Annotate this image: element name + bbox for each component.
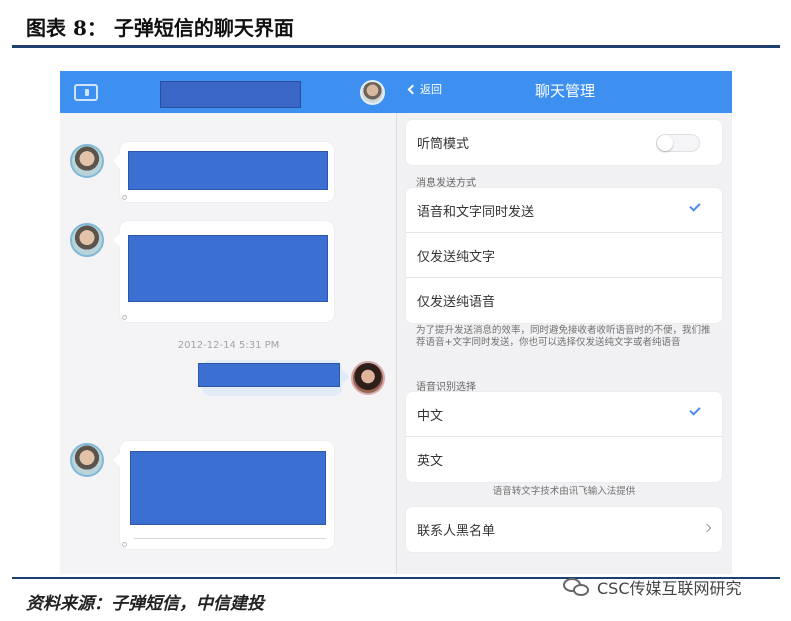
bubble-tail — [342, 370, 349, 384]
send-method-note: 为了提升发送消息的效率，同时避免接收者收听语音时的不便，我们推荐语音+文字同时发… — [416, 325, 711, 348]
send-option-row[interactable]: 仅发送纯语音 — [406, 278, 722, 323]
title-rule — [12, 45, 780, 48]
chat-settings-pane: 返回 聊天管理 听筒模式 消息发送方式 语音和文字同时发送 仅发送纯文字 仅发送… — [398, 71, 732, 574]
toggle-knob — [657, 135, 673, 151]
contact-avatar[interactable] — [70, 443, 104, 477]
send-method-card: 语音和文字同时发送 仅发送纯文字 仅发送纯语音 — [406, 188, 722, 323]
message-timestamp: 2012-12-14 5:31 PM — [177, 340, 280, 351]
voice-message-bubble[interactable] — [113, 441, 334, 549]
send-option-label: 语音和文字同时发送 — [417, 204, 535, 220]
voice-indicator-icon — [122, 315, 127, 320]
contact-avatar[interactable] — [70, 144, 104, 178]
source-note: 资料来源：子弹短信，中信建投 — [26, 594, 264, 614]
listen-mode-card: 听筒模式 — [406, 120, 722, 165]
recognition-note: 语音转文字技术由讯飞输入法提供 — [492, 486, 636, 497]
settings-title: 聊天管理 — [534, 82, 595, 100]
blacklist-card: 联系人黑名单 — [406, 507, 722, 552]
language-label: 中文 — [417, 408, 444, 424]
language-option-row[interactable]: 中文 — [406, 392, 722, 437]
checkmark-icon — [689, 200, 701, 212]
watermark-text: CSC传媒互联网研究 — [597, 579, 742, 598]
send-method-header: 消息发送方式 — [416, 178, 476, 189]
blacklist-row[interactable]: 联系人黑名单 — [406, 507, 722, 552]
redacted-chat-title — [160, 81, 301, 108]
redacted-message — [198, 363, 340, 387]
watermark: CSC传媒互联网研究 — [563, 575, 742, 599]
voice-message-bubble[interactable] — [113, 142, 334, 202]
send-option-label: 仅发送纯文字 — [417, 249, 496, 265]
voice-waveform — [134, 538, 326, 539]
language-card: 中文 英文 — [406, 392, 722, 482]
send-option-label: 仅发送纯语音 — [417, 295, 496, 310]
send-option-row[interactable]: 仅发送纯文字 — [406, 233, 722, 278]
recognition-header: 语音识别选择 — [416, 382, 476, 393]
voice-indicator-icon — [122, 542, 127, 547]
send-option-row[interactable]: 语音和文字同时发送 — [406, 188, 722, 233]
listen-mode-row[interactable]: 听筒模式 — [406, 120, 722, 165]
keyboard-toggle-icon[interactable] — [74, 84, 98, 101]
language-label: 英文 — [417, 454, 444, 469]
blacklist-label: 联系人黑名单 — [417, 524, 496, 539]
sent-message-bubble[interactable] — [198, 360, 349, 396]
listen-mode-label: 听筒模式 — [417, 137, 470, 152]
chat-pane: 2012-12-14 5:31 PM — [60, 71, 397, 574]
voice-message-bubble[interactable] — [113, 221, 334, 322]
bubble-tail — [113, 233, 120, 247]
my-avatar[interactable] — [351, 361, 385, 395]
redacted-message — [128, 151, 328, 190]
wechat-icon — [563, 576, 591, 598]
listen-mode-toggle[interactable] — [656, 134, 700, 152]
bubble-tail — [113, 453, 120, 467]
voice-indicator-icon — [122, 195, 127, 200]
bubble-tail — [113, 154, 120, 168]
contact-avatar[interactable] — [70, 223, 104, 257]
checkmark-icon — [689, 404, 701, 416]
app-screenshot: 2012-12-14 5:31 PM 返回 聊天管理 听筒模式 消息发送方式 语… — [60, 71, 732, 574]
chevron-right-icon — [702, 523, 712, 533]
redacted-message — [128, 235, 328, 302]
settings-header-bar: 返回 聊天管理 — [398, 71, 732, 113]
redacted-message — [130, 451, 326, 525]
language-option-row[interactable]: 英文 — [406, 437, 722, 482]
header-avatar[interactable] — [360, 80, 385, 105]
figure-title: 图表 8： 子弹短信的聊天界面 — [26, 16, 294, 40]
